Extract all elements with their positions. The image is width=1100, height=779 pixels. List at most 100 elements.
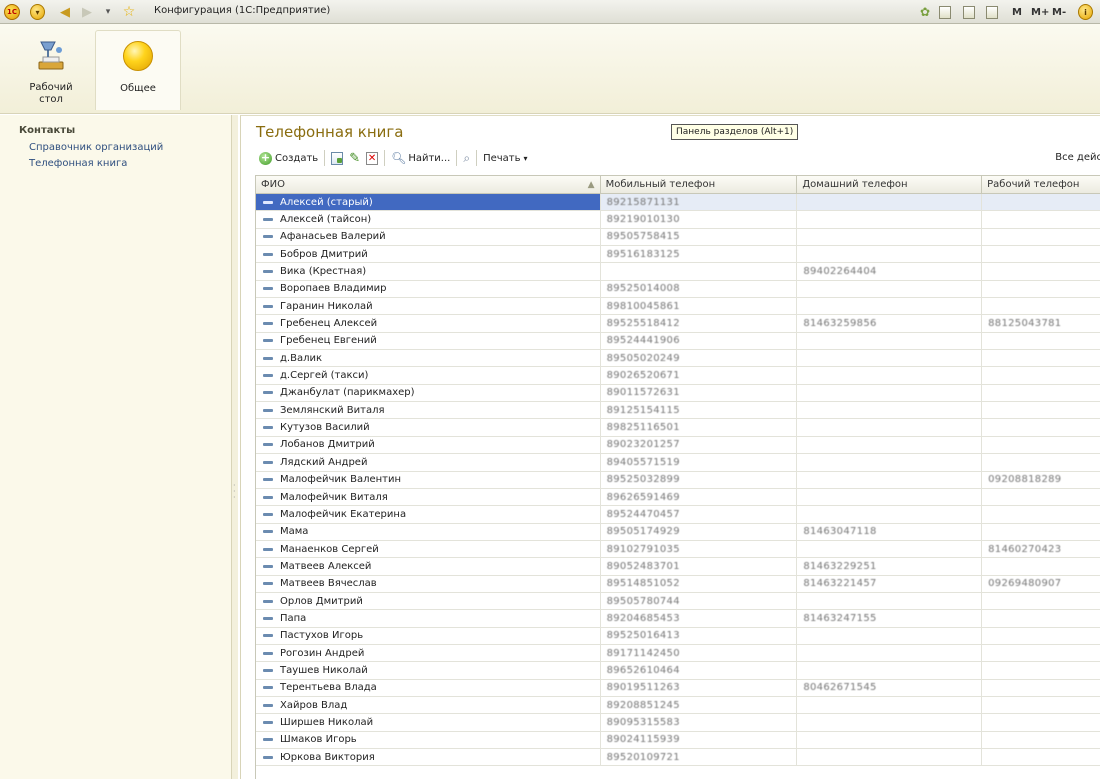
cell-home[interactable] bbox=[797, 454, 983, 471]
table-row[interactable]: Юркова Виктория 89520109721 bbox=[256, 749, 1100, 767]
cell-mobile[interactable]: 89171142450 bbox=[601, 644, 798, 662]
copy-button[interactable] bbox=[328, 148, 346, 168]
cell-name[interactable]: Рогозин Андрей bbox=[256, 644, 601, 662]
cell-work[interactable] bbox=[982, 194, 1100, 211]
cell-name[interactable]: Малофейчик Валентин bbox=[256, 471, 601, 488]
cell-work[interactable] bbox=[982, 246, 1100, 262]
cell-work[interactable] bbox=[982, 593, 1100, 609]
cell-home[interactable] bbox=[797, 211, 983, 228]
table-row[interactable]: Бобров Дмитрий 89516183125 bbox=[256, 246, 1100, 264]
cell-home[interactable]: 81463259856 bbox=[797, 315, 983, 332]
cell-home[interactable]: 81463247155 bbox=[797, 610, 983, 627]
table-row[interactable]: Джанбулат (парикмахер) 89011572631 bbox=[256, 384, 1100, 403]
table-row[interactable]: Таушев Николай 89652610464 bbox=[256, 662, 1100, 680]
cell-home[interactable] bbox=[797, 280, 983, 298]
cell-mobile[interactable] bbox=[601, 263, 798, 280]
table-row[interactable]: Гребенец Евгений 89524441906 bbox=[256, 332, 1100, 351]
table-row[interactable]: Гаранин Николай 89810045861 bbox=[256, 298, 1100, 316]
print-button[interactable]: Печать ▾ bbox=[480, 148, 530, 168]
cell-work[interactable] bbox=[982, 437, 1100, 453]
cell-name[interactable]: д.Сергей (такси) bbox=[256, 367, 601, 384]
history-icon[interactable] bbox=[939, 4, 951, 20]
cell-home[interactable] bbox=[797, 246, 983, 263]
cell-name[interactable]: Гребенец Евгений bbox=[256, 332, 601, 350]
cell-home[interactable] bbox=[797, 662, 983, 679]
cell-mobile[interactable]: 89505758415 bbox=[601, 228, 798, 246]
cell-home[interactable] bbox=[797, 298, 983, 315]
cell-work[interactable] bbox=[982, 298, 1100, 314]
cell-name[interactable]: Алексей (старый) bbox=[256, 194, 601, 211]
cell-mobile[interactable]: 89011572631 bbox=[601, 384, 798, 402]
cell-mobile[interactable]: 89052483701 bbox=[601, 558, 798, 575]
cell-home[interactable] bbox=[797, 350, 983, 367]
table-row[interactable]: Пастухов Игорь 89525016413 bbox=[256, 627, 1100, 645]
cell-mobile[interactable]: 89525032899 bbox=[601, 471, 798, 488]
cell-work[interactable] bbox=[982, 333, 1100, 349]
cell-work[interactable] bbox=[982, 680, 1100, 696]
column-header-mobile[interactable]: Мобильный телефон bbox=[601, 176, 798, 194]
cell-home[interactable] bbox=[797, 228, 983, 246]
main-menu-icon[interactable]: ▾ bbox=[30, 4, 45, 20]
table-row[interactable]: Алексей (тайсон) 89219010130 bbox=[256, 211, 1100, 229]
cell-work[interactable] bbox=[982, 697, 1100, 713]
table-row[interactable]: Шмаков Игорь 89024115939 bbox=[256, 731, 1100, 749]
cell-home[interactable] bbox=[797, 627, 983, 644]
cell-name[interactable]: д.Валик bbox=[256, 350, 601, 367]
cell-home[interactable] bbox=[797, 731, 983, 748]
calculator-icon[interactable] bbox=[963, 4, 975, 20]
cell-work[interactable] bbox=[982, 506, 1100, 522]
cell-home[interactable] bbox=[797, 194, 983, 211]
table-row[interactable]: Малофейчик Валентин 89525032899 0920881828… bbox=[256, 471, 1100, 489]
cell-mobile[interactable]: 89125154115 bbox=[601, 402, 798, 419]
cell-work[interactable] bbox=[982, 524, 1100, 540]
cell-mobile[interactable]: 89514851052 bbox=[601, 575, 798, 592]
column-header-work[interactable]: Рабочий телефон bbox=[982, 176, 1100, 194]
cell-mobile[interactable]: 89204685453 bbox=[601, 610, 798, 627]
cell-name[interactable]: Алексей (тайсон) bbox=[256, 211, 601, 228]
table-row[interactable]: Алексей (старый) 89215871131 bbox=[256, 194, 1100, 212]
cell-mobile[interactable]: 89505174929 bbox=[601, 523, 798, 540]
table-row[interactable]: Мама 89505174929 81463047118 bbox=[256, 523, 1100, 541]
nav-item-phonebook[interactable]: Телефонная книга bbox=[29, 158, 127, 169]
table-row[interactable]: д.Валик 89505020249 bbox=[256, 350, 1100, 368]
cell-mobile[interactable]: 89208851245 bbox=[601, 696, 798, 714]
cell-mobile[interactable]: 89024115939 bbox=[601, 731, 798, 748]
cell-name[interactable]: Лядский Андрей bbox=[256, 454, 601, 471]
all-actions-menu[interactable]: Все дейс bbox=[1055, 152, 1100, 163]
table-row[interactable]: Матвеев Алексей 89052483701 81463229251 bbox=[256, 558, 1100, 576]
cell-work[interactable] bbox=[982, 610, 1100, 626]
edit-button[interactable]: ✎ bbox=[346, 148, 363, 168]
cell-name[interactable]: Джанбулат (парикмахер) bbox=[256, 384, 601, 402]
cell-name[interactable]: Таушев Николай bbox=[256, 662, 601, 679]
cell-work[interactable]: 09269480907 bbox=[982, 576, 1100, 592]
table-row[interactable]: Землянский Виталя 89125154115 bbox=[256, 402, 1100, 420]
cell-mobile[interactable]: 89525016413 bbox=[601, 627, 798, 644]
cell-mobile[interactable]: 89405571519 bbox=[601, 454, 798, 471]
cell-name[interactable]: Малофейчик Екатерина bbox=[256, 506, 601, 523]
cell-mobile[interactable]: 89810045861 bbox=[601, 298, 798, 315]
cell-work[interactable] bbox=[982, 628, 1100, 644]
cell-name[interactable]: Землянский Виталя bbox=[256, 402, 601, 419]
memory-m-plus-button[interactable]: M+ bbox=[1031, 4, 1049, 20]
cell-mobile[interactable]: 89505020249 bbox=[601, 350, 798, 367]
cell-home[interactable] bbox=[797, 488, 983, 506]
table-row[interactable]: Воропаев Владимир 89525014008 bbox=[256, 280, 1100, 299]
cell-mobile[interactable]: 89219010130 bbox=[601, 211, 798, 228]
cell-name[interactable]: Малофейчик Виталя bbox=[256, 488, 601, 506]
cell-name[interactable]: Лобанов Дмитрий bbox=[256, 436, 601, 454]
cell-work[interactable] bbox=[982, 367, 1100, 383]
cell-work[interactable] bbox=[982, 229, 1100, 245]
column-header-name[interactable]: ФИО ▲ bbox=[256, 176, 601, 194]
cell-mobile[interactable]: 89026520671 bbox=[601, 367, 798, 384]
cell-name[interactable]: Матвеев Алексей bbox=[256, 558, 601, 575]
cell-name[interactable]: Орлов Дмитрий bbox=[256, 592, 601, 610]
cell-home[interactable] bbox=[797, 696, 983, 714]
cell-work[interactable] bbox=[982, 385, 1100, 401]
table-row[interactable]: Орлов Дмитрий 89505780744 bbox=[256, 592, 1100, 611]
cell-mobile[interactable]: 89023201257 bbox=[601, 436, 798, 454]
cell-work[interactable] bbox=[982, 419, 1100, 435]
cell-work[interactable] bbox=[982, 454, 1100, 470]
cell-name[interactable]: Шмаков Игорь bbox=[256, 731, 601, 748]
cell-home[interactable] bbox=[797, 644, 983, 662]
cell-home[interactable] bbox=[797, 332, 983, 350]
